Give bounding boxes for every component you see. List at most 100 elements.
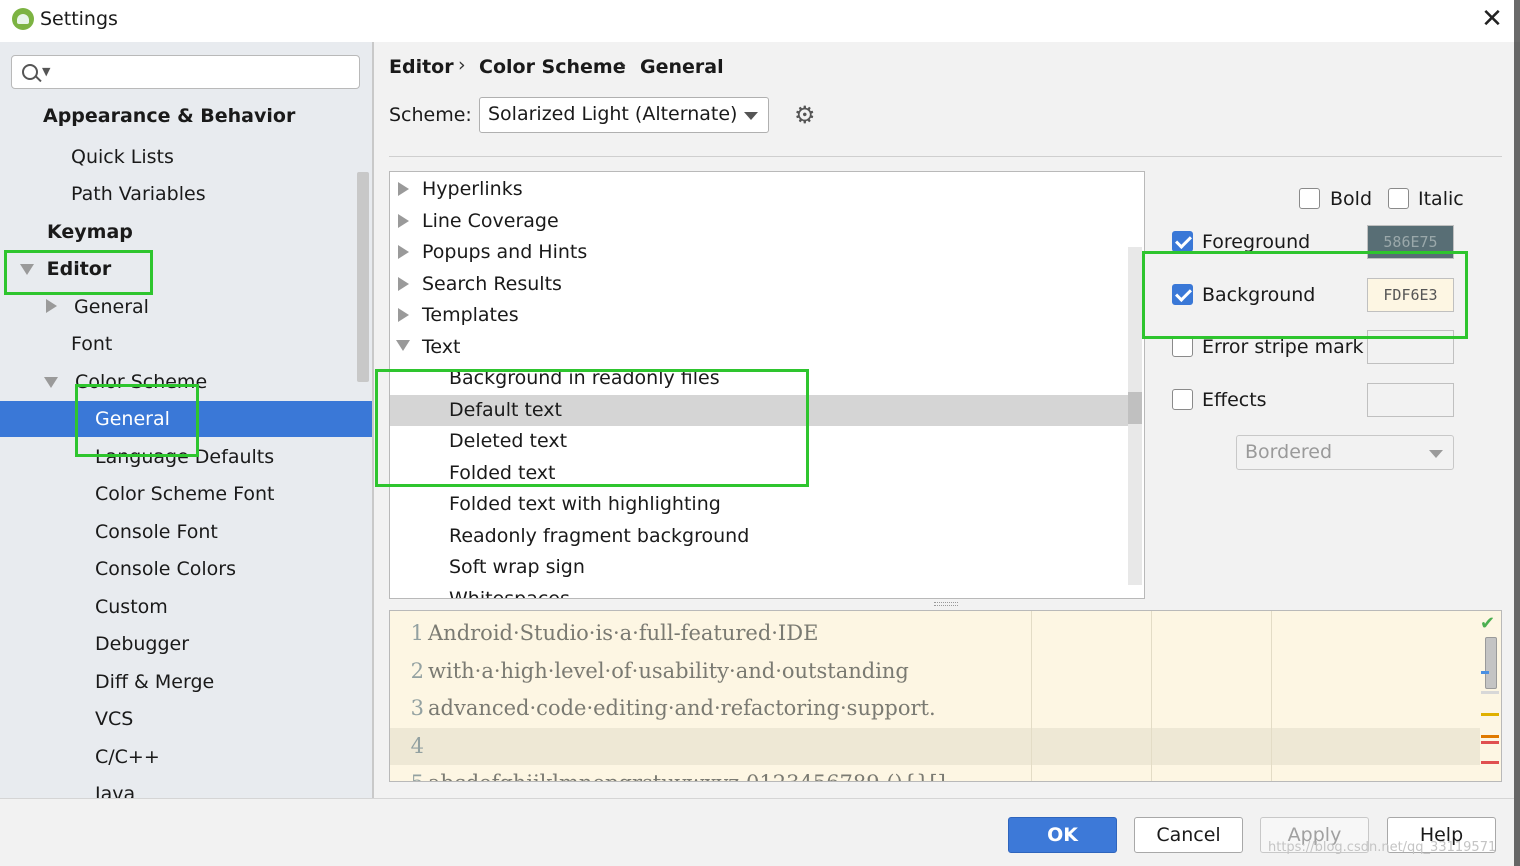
tree-group-label: Search Results (422, 272, 562, 295)
effect-type-dropdown[interactable]: Bordered (1236, 435, 1454, 470)
breadcrumb-general: General (640, 56, 724, 78)
gear-icon[interactable]: ⚙ (794, 102, 820, 128)
preview-line[interactable]: 5abcdefghijklmnopqrstuvwxyz·0123456789·(… (390, 765, 1480, 781)
expand-arrow-icon[interactable] (398, 213, 409, 228)
foreground-color-swatch[interactable]: 586E75 (1367, 225, 1454, 259)
tree-group-item[interactable]: Hyperlinks (390, 174, 1128, 205)
indent-guide (1031, 611, 1032, 781)
preview-scrollbar[interactable] (1485, 637, 1497, 689)
collapse-arrow-icon[interactable] (44, 377, 58, 388)
scheme-dropdown[interactable]: Solarized Light (Alternate) (479, 97, 769, 133)
tree-leaf-item[interactable]: Soft wrap sign (390, 552, 1128, 583)
error-stripe-color-swatch[interactable] (1367, 330, 1454, 364)
tree-leaf-item[interactable]: Folded text with highlighting (390, 489, 1128, 520)
sidebar-item-debugger[interactable]: Debugger (95, 626, 189, 662)
effects-checkbox[interactable] (1172, 389, 1193, 410)
tree-leaf-item[interactable]: Background in readonly files (390, 363, 1128, 394)
sidebar-item-console-colors[interactable]: Console Colors (95, 551, 236, 587)
sidebar-item-editor[interactable]: Editor (20, 251, 111, 287)
tree-leaf-label: Folded text (449, 461, 556, 484)
sidebar-item-java[interactable]: Java (95, 776, 135, 798)
background-checkbox[interactable] (1172, 284, 1193, 305)
expand-arrow-icon[interactable] (398, 308, 409, 322)
effects-color-swatch[interactable] (1367, 383, 1454, 417)
effects-label: Effects (1202, 389, 1267, 411)
error-stripe-marker[interactable] (1481, 741, 1499, 744)
dialog-footer: OK Cancel Apply Help https://blog.csdn.n… (0, 798, 1514, 866)
sidebar-item-color-scheme[interactable]: Color Scheme (44, 364, 207, 400)
preview-line[interactable]: 1 Android·Studio·is·a·full-featured·IDE (390, 615, 1480, 652)
watermark: https://blog.csdn.net/qq_33119571 (1268, 840, 1497, 855)
bold-checkbox[interactable] (1299, 188, 1320, 209)
error-stripe-marker[interactable] (1481, 691, 1499, 694)
search-input[interactable]: ▼ (11, 55, 360, 89)
line-number: 3 (410, 696, 424, 720)
tree-group-item-text[interactable]: Text (390, 332, 1128, 363)
foreground-checkbox[interactable] (1172, 231, 1193, 252)
sidebar-item-vcs[interactable]: VCS (95, 701, 133, 737)
sidebar-item-quick-lists[interactable]: Quick Lists (71, 139, 174, 175)
sidebar-item-custom[interactable]: Custom (95, 589, 168, 625)
preview-line[interactable]: 2 with·a·high·level·of·usability·and·outs… (390, 653, 1480, 690)
tree-leaf-item[interactable]: Whitespaces (390, 584, 1128, 599)
tree-leaf-item[interactable]: Readonly fragment background (390, 521, 1128, 552)
tree-group-item[interactable]: Popups and Hints (390, 237, 1128, 268)
expand-arrow-icon[interactable] (398, 245, 409, 259)
ok-button[interactable]: OK (1008, 817, 1117, 853)
tree-leaf-item[interactable]: Default text (390, 394, 1128, 426)
sidebar-item-cpp[interactable]: C/C++ (95, 739, 160, 775)
breadcrumb-color-scheme[interactable]: Color Scheme (479, 56, 626, 78)
inspection-ok-icon[interactable]: ✔ (1480, 613, 1495, 634)
cancel-button[interactable]: Cancel (1134, 817, 1243, 853)
error-stripe-marker[interactable] (1481, 713, 1499, 716)
error-stripe-checkbox[interactable] (1172, 336, 1193, 357)
tree-group-item[interactable]: Search Results (390, 269, 1128, 300)
scheme-label: Scheme: (389, 104, 472, 126)
sidebar-item-color-scheme-font[interactable]: Color Scheme Font (95, 476, 275, 512)
sidebar-item-keymap[interactable]: Keymap (47, 214, 133, 250)
close-icon[interactable]: ✕ (1480, 4, 1504, 34)
foreground-label: Foreground (1202, 231, 1311, 253)
preview-editor[interactable]: 5abcdefghijklmnopqrstuvwxyz·0123456789·(… (389, 610, 1502, 782)
collapse-arrow-icon[interactable] (396, 339, 410, 351)
search-history-icon[interactable]: ▼ (42, 65, 50, 78)
sidebar-item-console-font[interactable]: Console Font (95, 514, 218, 550)
sidebar-item-general[interactable]: General (46, 289, 149, 325)
breadcrumb-editor[interactable]: Editor (389, 56, 454, 78)
error-stripe-marker[interactable] (1481, 735, 1499, 738)
error-stripe-marker[interactable] (1481, 671, 1489, 674)
attributes-tree[interactable]: Hyperlinks Line Coverage Popups and Hints S… (389, 171, 1145, 599)
sidebar-item-cs-general[interactable]: General (0, 401, 372, 437)
tree-group-label: Templates (422, 304, 519, 326)
sidebar-item-path-variables[interactable]: Path Variables (71, 176, 206, 212)
collapse-arrow-icon[interactable] (20, 264, 34, 275)
line-number: 4 (410, 733, 424, 758)
preview-line[interactable]: 3 advanced·code·editing·and·refactoring·s… (390, 690, 1480, 727)
tree-leaf-item[interactable]: Deleted text (390, 426, 1128, 457)
sidebar-scrollbar[interactable] (357, 172, 369, 382)
tree-group-label: Hyperlinks (422, 178, 523, 200)
italic-label: Italic (1418, 188, 1464, 210)
sidebar-item-font[interactable]: Font (71, 326, 112, 362)
attributes-scrollbar-thumb[interactable] (1128, 392, 1142, 424)
indent-guide (1271, 611, 1272, 781)
preview-line-text: abcdefghijklmnopqrstuvwxyz·0123456789·()… (428, 771, 946, 781)
error-stripe-marker[interactable] (1481, 761, 1499, 764)
tree-leaf-item[interactable]: Folded text (390, 458, 1128, 489)
sidebar-item-appearance[interactable]: Appearance & Behavior (43, 98, 295, 134)
sidebar-item-language-defaults[interactable]: Language Defaults (95, 439, 274, 475)
splitter-handle[interactable] (934, 602, 958, 606)
indent-guide (1151, 611, 1152, 781)
main-panel: Editor › Color Scheme › General Scheme: … (374, 42, 1514, 798)
tree-group-item[interactable]: Templates (390, 300, 1128, 331)
expand-arrow-icon[interactable] (398, 182, 409, 196)
sidebar-item-diff-merge[interactable]: Diff & Merge (95, 664, 214, 700)
expand-arrow-icon[interactable] (398, 276, 409, 291)
expand-arrow-icon[interactable] (46, 299, 57, 313)
divider (389, 156, 1502, 157)
tree-group-label: Text (422, 335, 461, 358)
preview-line[interactable]: 4 (390, 727, 1480, 765)
background-color-swatch[interactable]: FDF6E3 (1367, 278, 1454, 312)
italic-checkbox[interactable] (1388, 188, 1409, 209)
tree-group-item[interactable]: Line Coverage (390, 206, 1128, 237)
